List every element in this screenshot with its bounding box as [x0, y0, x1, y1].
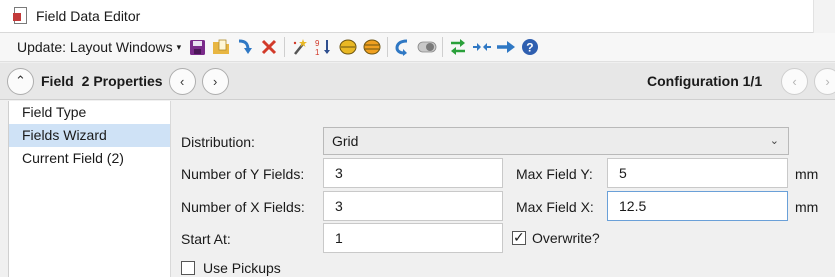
distribution-value: Grid [332, 133, 359, 149]
start-at-label: Start At: [181, 231, 231, 247]
wizard-wand-icon[interactable] [289, 36, 311, 58]
overwrite-label: Overwrite? [532, 230, 600, 246]
checkmark-icon: ✓ [513, 229, 525, 245]
chevron-left-icon: ‹ [179, 73, 185, 89]
property-nav-list: Field Type Fields Wizard Current Field (… [8, 101, 170, 277]
previous-field-button[interactable]: ‹ [168, 67, 196, 95]
next-config-button[interactable]: › [814, 68, 835, 95]
svg-text:9: 9 [315, 39, 320, 48]
green-arrows-icon[interactable] [447, 36, 469, 58]
title-bar: Field Data Editor [0, 0, 835, 33]
nav-item-fields-wizard[interactable]: Fields Wizard [9, 124, 170, 147]
previous-config-button[interactable]: ‹ [781, 68, 808, 95]
configuration-indicator: Configuration 1/1 [647, 73, 763, 89]
insert-down-arrow-icon[interactable] [234, 36, 256, 58]
field-heading: Field [41, 73, 74, 89]
delete-x-icon[interactable] [258, 36, 280, 58]
use-pickups-checkbox[interactable] [181, 261, 195, 275]
num-y-fields-label: Number of Y Fields: [181, 166, 305, 182]
overwrite-checkbox[interactable]: ✓ [512, 229, 526, 245]
nav-item-current-field[interactable]: Current Field (2) [9, 147, 170, 170]
chevron-down-icon: ⌄ [769, 135, 779, 147]
num-x-fields-label: Number of X Fields: [181, 199, 305, 215]
save-icon[interactable] [186, 36, 208, 58]
caret-down-icon: ▾ [176, 41, 182, 52]
chevron-right-icon: › [825, 74, 830, 89]
chevron-right-icon: › [212, 73, 218, 89]
collapse-arrows-icon[interactable] [471, 36, 493, 58]
num-x-fields-input[interactable]: 3 [323, 191, 503, 221]
undo-arrow-icon[interactable] [392, 36, 414, 58]
max-field-x-unit: mm [795, 199, 819, 215]
update-dropdown-label: Update: Layout Windows [17, 39, 173, 55]
help-icon[interactable]: ? [519, 36, 541, 58]
max-field-y-input[interactable]: 5 [607, 158, 788, 188]
num-y-fields-input[interactable]: 3 [323, 158, 503, 188]
window-title: Field Data Editor [36, 8, 141, 24]
toolbar: Update: Layout Windows ▾ 91 ? [0, 33, 835, 62]
nav-item-field-type[interactable]: Field Type [9, 101, 170, 124]
use-pickups-label: Use Pickups [203, 260, 281, 276]
toolbar-separator [442, 37, 444, 57]
toolbar-separator [387, 37, 389, 57]
distribution-select[interactable]: Grid ⌄ [323, 127, 789, 155]
title-bar-edge [813, 0, 835, 33]
ellipse-yellow-icon[interactable] [337, 36, 359, 58]
properties-header: ⌃ Field 2 Properties ‹ › Configuration 1… [0, 63, 835, 100]
max-field-y-label: Max Field Y: [516, 166, 593, 182]
update-dropdown[interactable]: Update: Layout Windows ▾ [17, 39, 185, 55]
max-field-x-label: Max Field X: [516, 199, 594, 215]
ellipse-orange-icon[interactable] [361, 36, 383, 58]
app-document-icon [13, 7, 29, 25]
next-field-button[interactable]: › [201, 67, 229, 95]
chevron-up-icon: ⌃ [15, 73, 26, 88]
collapse-up-button[interactable]: ⌃ [7, 67, 34, 95]
max-field-x-input[interactable]: 12.5 [607, 191, 788, 221]
svg-text:?: ? [526, 41, 533, 55]
max-field-y-unit: mm [795, 166, 819, 182]
open-folder-icon[interactable] [210, 36, 232, 58]
distribution-label: Distribution: [181, 134, 255, 150]
svg-text:1: 1 [315, 48, 320, 56]
toolbar-separator [284, 37, 286, 57]
sort-icon[interactable]: 91 [313, 36, 335, 58]
chevron-left-icon: ‹ [792, 74, 797, 89]
properties-count: 2 Properties [81, 73, 163, 89]
start-at-input[interactable]: 1 [323, 223, 503, 253]
toggle-icon[interactable] [416, 36, 438, 58]
blue-right-arrow-icon[interactable] [495, 36, 517, 58]
